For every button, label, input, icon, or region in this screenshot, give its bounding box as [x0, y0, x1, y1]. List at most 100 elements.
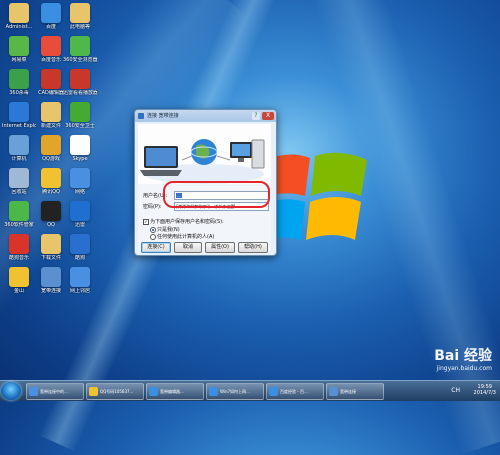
app-icon: [9, 234, 29, 254]
taskbar-item[interactable]: 百度经验 - 百...: [266, 383, 324, 400]
desktop-icon-label: 此电脑等: [69, 24, 90, 30]
app-icon: [9, 36, 29, 56]
desktop-icon-label: 360安全浏览器: [63, 57, 97, 63]
task-app-icon: [329, 387, 338, 396]
baidu-watermark: Bai 经验 jingyan.baidu.com: [434, 345, 492, 372]
taskbar-item-label: 百度经验 - 百...: [280, 389, 308, 394]
app-icon: [9, 168, 29, 188]
dialog-titlebar[interactable]: 连接 宽带连接 ? X: [135, 110, 276, 122]
desktop-icon-label: 酷狗音乐: [8, 255, 29, 261]
task-app-icon: [29, 387, 38, 396]
app-icon: [41, 234, 61, 254]
radio-me-label: 只是我(N): [157, 227, 180, 233]
desktop-icon-label: 网易菜: [11, 57, 27, 63]
taskbar-item[interactable]: 宽带连接中的...: [26, 383, 84, 400]
app-icon: [70, 69, 90, 89]
taskbar-item[interactable]: QQ号码105637...: [86, 383, 144, 400]
radio-anyone-label: 任何使用此计算机的人(A): [157, 234, 215, 240]
tray-language[interactable]: CH: [451, 387, 460, 394]
app-icon: [9, 3, 29, 23]
desktop-icon[interactable]: 网易菜: [2, 35, 36, 71]
close-button[interactable]: X: [262, 112, 274, 120]
app-icon: [41, 3, 61, 23]
app-icon: [70, 234, 90, 254]
app-icon: [41, 201, 61, 221]
radio-anyone[interactable]: [150, 234, 156, 240]
desktop-icon-label: 360安全卫士: [65, 123, 95, 129]
app-icon: [70, 135, 90, 155]
desktop-icon[interactable]: 360软件管家: [2, 200, 36, 236]
clock-date: 2014/7/3: [473, 390, 496, 396]
desktop-icon[interactable]: 360安全卫士: [63, 101, 97, 137]
save-credentials-checkbox[interactable]: ✓: [143, 219, 149, 225]
app-icon: [70, 3, 90, 23]
desktop-icon[interactable]: 迅雷看看播放器: [63, 68, 97, 104]
taskbar-item[interactable]: Win7如何上网...: [206, 383, 264, 400]
task-app-icon: [209, 387, 218, 396]
app-icon: [70, 267, 90, 287]
desktop-icon-label: 回收站: [11, 189, 27, 195]
clock[interactable]: 19:59 2014/7/3: [474, 384, 496, 396]
app-icon: [70, 168, 90, 188]
taskbar-item-label: 宽带编辑器...: [160, 389, 184, 394]
taskbar-item[interactable]: 宽带连接: [326, 383, 384, 400]
desktop-icon[interactable]: 360安全浏览器: [63, 35, 97, 71]
taskbar-item-label: 宽带连接: [340, 389, 356, 394]
app-icon: [70, 201, 90, 221]
desktop-icon-label: 360杀毒: [9, 90, 29, 96]
desktop-icon[interactable]: Internet Explorer: [2, 101, 36, 137]
app-icon: [41, 267, 61, 287]
desktop-icon[interactable]: 此电脑等: [63, 2, 97, 38]
app-icon: [9, 201, 29, 221]
help-button[interactable]: ?: [252, 112, 260, 120]
taskbar-item-label: Win7如何上网...: [220, 389, 250, 394]
task-app-icon: [269, 387, 278, 396]
app-icon: [9, 267, 29, 287]
help-dialog-button[interactable]: 帮助(H): [238, 242, 268, 253]
annotation-highlight-ellipse: [163, 181, 270, 208]
desktop-icon[interactable]: 计算机: [2, 134, 36, 170]
watermark-brand: Bai 经验: [434, 348, 492, 364]
desktop-icon[interactable]: 酷狗: [63, 233, 97, 269]
app-icon: [41, 168, 61, 188]
desktop-icon[interactable]: 网上邻居: [63, 266, 97, 302]
app-icon: [9, 102, 29, 122]
radio-me[interactable]: [150, 227, 156, 233]
desktop-icon[interactable]: 360杀毒: [2, 68, 36, 104]
taskbar-item-label: 宽带连接中的...: [40, 389, 68, 394]
desktop-icon[interactable]: 回收站: [2, 167, 36, 203]
taskbar-item-label: QQ号码105637...: [100, 389, 134, 394]
connect-button[interactable]: 连接(C): [141, 242, 171, 253]
desktop-icon[interactable]: Skype: [63, 134, 97, 170]
desktop-icon[interactable]: 金山: [2, 266, 36, 302]
desktop-icon[interactable]: 酷狗音乐: [2, 233, 36, 269]
task-app-icon: [89, 387, 98, 396]
app-icon: [70, 36, 90, 56]
dialog-title: 连接 宽带连接: [147, 113, 179, 119]
desktop-icon-label: 网上邻居: [69, 288, 90, 294]
app-icon: [70, 102, 90, 122]
app-icon: [9, 135, 29, 155]
watermark-url: jingyan.baidu.com: [436, 365, 492, 372]
desktop-icon-label: 迅雷看看播放器: [63, 90, 97, 96]
desktop-icon-label: 计算机: [11, 156, 27, 162]
desktop-icon-label: 迅雷: [74, 222, 85, 228]
desktop-icon-label: 网络: [74, 189, 85, 195]
taskbar-item[interactable]: 宽带编辑器...: [146, 383, 204, 400]
app-icon: [41, 102, 61, 122]
save-credentials-label: 为下面用户保存用户名和密码(S):: [150, 219, 224, 225]
desktop-icon-label: 金山: [13, 288, 24, 294]
taskbar: 宽带连接中的... QQ号码105637... 宽带编辑器... Win7如何上网..…: [0, 380, 500, 401]
cancel-button[interactable]: 取消: [174, 242, 202, 253]
app-icon: [41, 36, 61, 56]
desktop-icon[interactable]: 网络: [63, 167, 97, 203]
desktop-icon-label: 360软件管家: [4, 222, 34, 228]
network-illustration-icon: [138, 124, 271, 184]
properties-button[interactable]: 属性(O): [205, 242, 235, 253]
start-button[interactable]: [1, 382, 21, 400]
app-icon: [41, 69, 61, 89]
desktop-icon[interactable]: 迅雷: [63, 200, 97, 236]
password-label: 密码(P):: [143, 204, 162, 210]
desktop-icon[interactable]: Administ...: [2, 2, 36, 38]
task-app-icon: [149, 387, 158, 396]
